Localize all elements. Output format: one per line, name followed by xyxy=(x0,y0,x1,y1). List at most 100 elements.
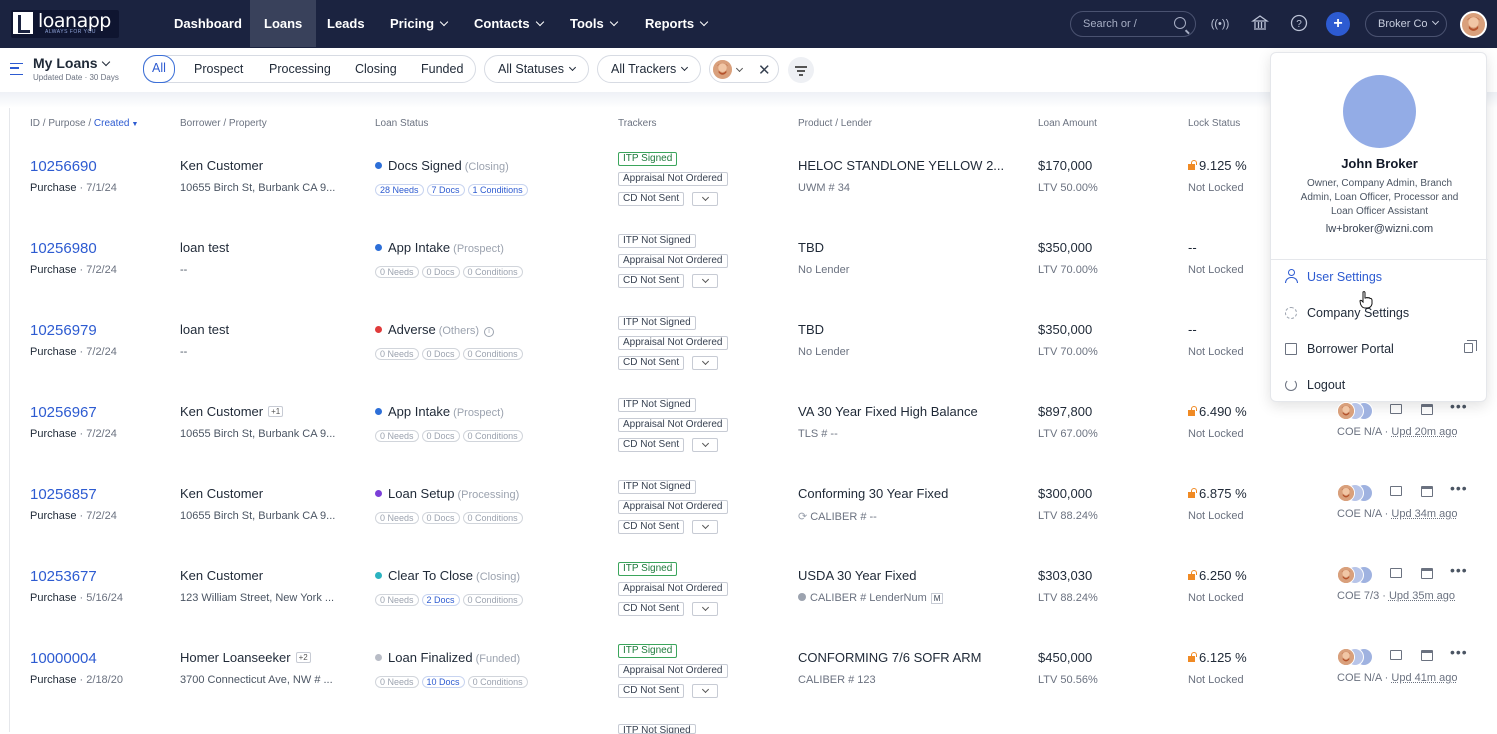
borrower-name[interactable]: Ken Customer xyxy=(180,486,263,501)
loan-status[interactable]: Adverse (Others) i xyxy=(375,322,495,337)
tracker-appraisal[interactable]: Appraisal Not Ordered xyxy=(618,418,728,432)
nav-tools[interactable]: Tools xyxy=(556,0,631,47)
count-chip[interactable]: 10 Docs xyxy=(421,676,465,688)
count-chip[interactable]: 2 Docs xyxy=(421,594,460,606)
table-row[interactable]: 10256967 Purchase · 7/2/24 Ken Customer +… xyxy=(10,398,1497,486)
borrower-name[interactable]: loan test xyxy=(180,322,229,337)
advanced-filter-icon[interactable] xyxy=(788,57,814,83)
global-search-input[interactable]: Search or / xyxy=(1070,11,1196,37)
more-icon[interactable]: ••• xyxy=(1450,562,1468,578)
account-switcher[interactable]: Broker Co xyxy=(1365,11,1447,37)
more-icon[interactable]: ••• xyxy=(1450,644,1468,660)
lock-rate[interactable]: 6.125 % xyxy=(1188,650,1247,665)
co-borrower-count[interactable]: +2 xyxy=(295,652,311,663)
count-chip[interactable]: 7 Docs xyxy=(426,184,465,196)
column-header-product[interactable]: Product / Lender xyxy=(798,118,872,129)
loan-id-link[interactable]: 10256980 xyxy=(30,240,97,257)
count-chip[interactable]: 0 Conditions xyxy=(462,594,523,606)
loan-id-link[interactable]: 10000004 xyxy=(30,650,97,667)
menu-borrower-portal[interactable]: Borrower Portal xyxy=(1285,339,1394,359)
count-chip[interactable]: 0 Needs xyxy=(375,512,419,524)
loan-status[interactable]: Clear To Close (Closing) xyxy=(375,568,520,583)
tab-processing[interactable]: Processing xyxy=(269,56,331,82)
tracker-appraisal[interactable]: Appraisal Not Ordered xyxy=(618,500,728,514)
tab-all[interactable]: All xyxy=(143,55,175,83)
comment-icon[interactable] xyxy=(1390,568,1402,578)
lock-rate[interactable]: -- xyxy=(1188,240,1197,255)
team-avatars[interactable] xyxy=(1337,566,1377,584)
nav-contacts[interactable]: Contacts xyxy=(460,0,557,47)
nav-leads[interactable]: Leads xyxy=(313,0,379,47)
count-chip[interactable]: 28 Needs xyxy=(375,184,424,196)
loan-id-link[interactable]: 10256690 xyxy=(30,158,97,175)
lock-rate[interactable]: 9.125 % xyxy=(1188,158,1247,173)
count-chip[interactable]: 0 Needs xyxy=(375,594,419,606)
nav-pricing[interactable]: Pricing xyxy=(376,0,461,47)
clear-filter-icon[interactable]: ✕ xyxy=(758,61,771,79)
tracker-expand-dropdown[interactable] xyxy=(692,438,718,452)
comment-icon[interactable] xyxy=(1390,404,1402,414)
tracker-expand-dropdown[interactable] xyxy=(692,602,718,616)
view-selector[interactable]: My Loans xyxy=(33,55,110,71)
loan-id-link[interactable]: 10253677 xyxy=(30,568,97,585)
tracker-appraisal[interactable]: Appraisal Not Ordered xyxy=(618,582,728,596)
loan-id-link[interactable]: 10256979 xyxy=(30,322,97,339)
tracker-cd[interactable]: CD Not Sent xyxy=(618,438,685,452)
table-row[interactable]: 10256857 Purchase · 7/2/24 Ken Customer … xyxy=(10,480,1497,568)
more-icon[interactable]: ••• xyxy=(1450,480,1468,496)
table-row[interactable]: 10000004 Purchase · 2/18/20 Homer Loanse… xyxy=(10,644,1497,732)
borrower-name[interactable]: Ken Customer +1 xyxy=(180,404,284,419)
tracker-expand-dropdown[interactable] xyxy=(692,356,718,370)
column-created-sort[interactable]: Created xyxy=(94,118,130,129)
loan-status[interactable]: Loan Finalized (Funded) xyxy=(375,650,520,665)
team-avatars[interactable] xyxy=(1337,484,1377,502)
count-chip[interactable]: 0 Needs xyxy=(375,676,419,688)
table-row[interactable]: 10253677 Purchase · 5/16/24 Ken Customer… xyxy=(10,562,1497,650)
tracker-cd[interactable]: CD Not Sent xyxy=(618,520,685,534)
loan-status[interactable]: App Intake (Prospect) xyxy=(375,240,504,255)
calendar-icon[interactable] xyxy=(1421,568,1433,579)
tracker-appraisal[interactable]: Appraisal Not Ordered xyxy=(618,664,728,678)
borrower-name[interactable]: Ken Customer xyxy=(180,158,263,173)
tracker-cd[interactable]: CD Not Sent xyxy=(618,274,685,288)
calendar-icon[interactable] xyxy=(1421,404,1433,415)
create-new-button[interactable]: + xyxy=(1326,12,1350,36)
count-chip[interactable]: 0 Docs xyxy=(421,512,460,524)
count-chip[interactable]: 0 Docs xyxy=(421,430,460,442)
lock-rate[interactable]: 6.250 % xyxy=(1188,568,1247,583)
tracker-cd[interactable]: CD Not Sent xyxy=(618,602,685,616)
count-chip[interactable]: 0 Needs xyxy=(375,348,419,360)
lock-rate[interactable]: 6.490 % xyxy=(1188,404,1247,419)
count-chip[interactable]: 0 Docs xyxy=(421,348,460,360)
tracker-appraisal[interactable]: Appraisal Not Ordered xyxy=(618,172,728,186)
count-chip[interactable]: 0 Docs xyxy=(421,266,460,278)
column-header-amount[interactable]: Loan Amount xyxy=(1038,118,1097,129)
count-chip[interactable]: 0 Conditions xyxy=(462,430,523,442)
broadcast-icon[interactable]: ((•)) xyxy=(1210,14,1230,34)
tracker-appraisal[interactable]: Appraisal Not Ordered xyxy=(618,336,728,350)
tab-funded[interactable]: Funded xyxy=(421,56,463,82)
tracker-filter-dropdown[interactable]: All Trackers xyxy=(597,55,701,83)
info-icon[interactable]: i xyxy=(484,327,495,337)
loan-id-link[interactable]: 10256857 xyxy=(30,486,97,503)
user-avatar[interactable] xyxy=(1460,11,1487,38)
tracker-expand-dropdown[interactable] xyxy=(692,520,718,534)
team-avatars[interactable] xyxy=(1337,402,1377,420)
tracker-itp[interactable]: ITP Not Signed xyxy=(618,398,696,412)
comment-icon[interactable] xyxy=(1390,486,1402,496)
tab-prospect[interactable]: Prospect xyxy=(194,56,243,82)
tracker-itp[interactable]: ITP Not Signed xyxy=(618,234,696,248)
column-header-lock[interactable]: Lock Status xyxy=(1188,118,1240,129)
calendar-icon[interactable] xyxy=(1421,486,1433,497)
tracker-expand-dropdown[interactable] xyxy=(692,684,718,698)
menu-company-settings[interactable]: Company Settings xyxy=(1285,303,1409,323)
tracker-itp[interactable]: ITP Not Signed xyxy=(618,480,696,494)
count-chip[interactable]: 0 Needs xyxy=(375,430,419,442)
borrower-name[interactable]: loan test xyxy=(180,240,229,255)
count-chip[interactable]: 1 Conditions xyxy=(467,184,528,196)
bank-icon[interactable] xyxy=(1250,14,1270,34)
tracker-itp[interactable]: ITP Signed xyxy=(618,152,678,166)
count-chip[interactable]: 0 Conditions xyxy=(467,676,528,688)
tracker-cd[interactable]: CD Not Sent xyxy=(618,684,685,698)
tab-closing[interactable]: Closing xyxy=(355,56,397,82)
